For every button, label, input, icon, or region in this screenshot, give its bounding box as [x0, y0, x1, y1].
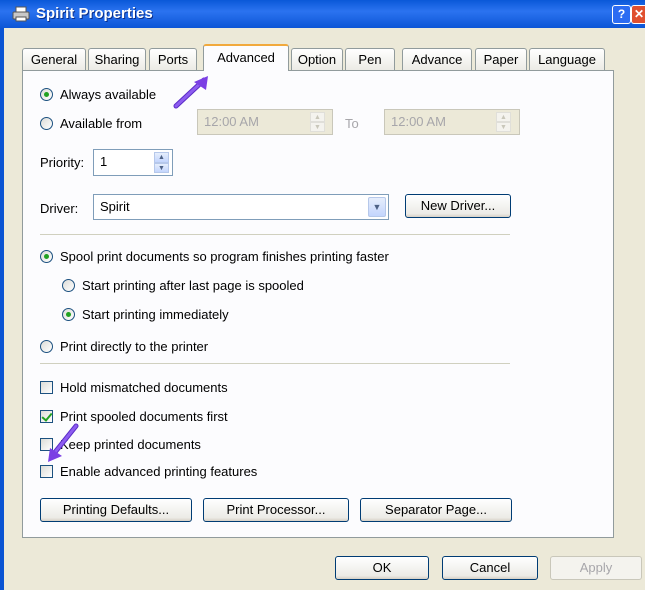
apply-button[interactable]: Apply	[550, 556, 642, 580]
enable-advanced-features-checkbox[interactable]	[40, 465, 53, 478]
hold-mismatched-checkbox[interactable]	[40, 381, 53, 394]
driver-select[interactable]: Spirit	[93, 194, 389, 220]
separator	[40, 363, 510, 364]
annotation-arrow-icon	[48, 423, 79, 462]
ok-button[interactable]: OK	[335, 556, 429, 580]
tab-paper[interactable]: Paper	[475, 48, 527, 70]
title-bar[interactable]: Spirit Properties ? ✕	[0, 0, 645, 28]
chevron-down-icon[interactable]: ▼	[368, 197, 386, 217]
tab-general[interactable]: General	[22, 48, 86, 70]
to-time-spinner[interactable]: ▲ ▼	[496, 112, 511, 132]
print-directly-label[interactable]: Print directly to the printer	[60, 339, 208, 354]
tab-sharing[interactable]: Sharing	[88, 48, 146, 70]
to-label: To	[345, 116, 359, 131]
print-spooled-first-label[interactable]: Print spooled documents first	[60, 409, 228, 424]
spool-label[interactable]: Spool print documents so program finishe…	[60, 249, 389, 264]
close-button[interactable]: ✕	[631, 5, 645, 24]
driver-label: Driver:	[40, 201, 79, 216]
tab-language[interactable]: Language	[529, 48, 605, 70]
from-time-spinner[interactable]: ▲ ▼	[310, 112, 325, 132]
hold-mismatched-label[interactable]: Hold mismatched documents	[60, 380, 228, 395]
available-from-radio[interactable]	[40, 117, 53, 130]
spin-down-icon[interactable]: ▼	[310, 122, 325, 132]
enable-advanced-features-label[interactable]: Enable advanced printing features	[60, 464, 257, 479]
help-button[interactable]: ?	[612, 5, 631, 24]
spin-up-icon[interactable]: ▲	[154, 152, 169, 163]
tab-advance[interactable]: Advance	[402, 48, 472, 70]
new-driver-button[interactable]: New Driver...	[405, 194, 511, 218]
window-title: Spirit Properties	[36, 5, 153, 22]
advanced-tab-panel: Always available Available from 12:00 AM…	[22, 70, 614, 538]
separator-page-button[interactable]: Separator Page...	[360, 498, 512, 522]
tab-ports[interactable]: Ports	[149, 48, 197, 70]
priority-label: Priority:	[40, 155, 85, 170]
tab-advanced[interactable]: Advanced	[203, 44, 289, 71]
annotation-arrow-icon	[173, 76, 208, 109]
tab-option[interactable]: Option	[291, 48, 343, 70]
start-immediately-radio[interactable]	[62, 308, 75, 321]
always-available-label[interactable]: Always available	[60, 87, 156, 102]
tab-pen[interactable]: Pen	[345, 48, 395, 70]
start-immediately-label[interactable]: Start printing immediately	[82, 307, 229, 322]
spin-up-icon[interactable]: ▲	[496, 112, 511, 122]
priority-spinner[interactable]: ▲ ▼	[154, 152, 169, 173]
cancel-button[interactable]: Cancel	[442, 556, 538, 580]
spin-down-icon[interactable]: ▼	[496, 122, 511, 132]
print-directly-radio[interactable]	[40, 340, 53, 353]
spin-up-icon[interactable]: ▲	[310, 112, 325, 122]
spool-radio[interactable]	[40, 250, 53, 263]
printing-defaults-button[interactable]: Printing Defaults...	[40, 498, 192, 522]
start-after-last-page-radio[interactable]	[62, 279, 75, 292]
start-after-last-page-label[interactable]: Start printing after last page is spoole…	[82, 278, 304, 293]
window-frame	[0, 28, 4, 590]
print-processor-button[interactable]: Print Processor...	[203, 498, 349, 522]
separator	[40, 234, 510, 235]
always-available-radio[interactable]	[40, 88, 53, 101]
available-from-label[interactable]: Available from	[60, 116, 142, 131]
printer-icon	[12, 6, 30, 22]
spin-down-icon[interactable]: ▼	[154, 162, 169, 173]
